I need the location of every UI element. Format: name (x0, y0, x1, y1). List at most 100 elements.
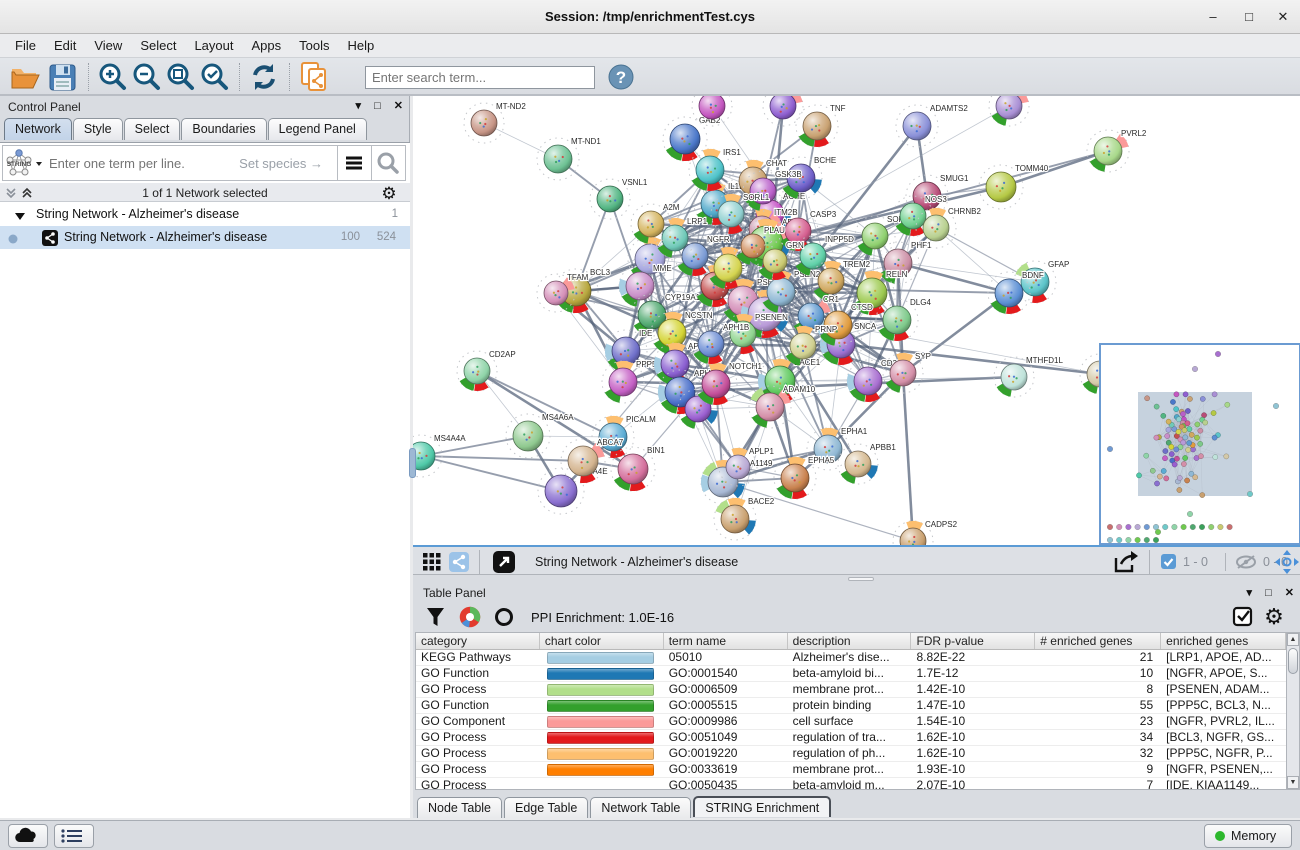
scrollbar-thumb[interactable] (1288, 648, 1298, 674)
tab-network-table[interactable]: Network Table (590, 797, 691, 818)
donut-chart-icon[interactable] (459, 606, 481, 628)
set-species-label[interactable]: Set species → (239, 156, 337, 171)
menu-apps[interactable]: Apps (243, 34, 291, 58)
tab-style[interactable]: Style (73, 118, 123, 140)
table-row[interactable]: GO FunctionGO:0005515protein binding1.47… (416, 698, 1286, 714)
node-TNF[interactable]: TNF (796, 104, 846, 147)
minimize-button[interactable]: – (1200, 7, 1226, 27)
tab-network[interactable]: Network (4, 118, 72, 140)
close-panel-icon[interactable]: ✕ (394, 100, 403, 112)
float-panel-icon[interactable]: ▾ (1246, 587, 1252, 599)
refresh-network-button[interactable] (248, 61, 280, 93)
close-button[interactable]: ✕ (1270, 7, 1296, 27)
network-canvas[interactable]: MT-ND2MT-ND1VSNL1GAB2PRKCACASP9TNFADAMTS… (413, 96, 1300, 545)
navigate-crosshair-icon[interactable] (1275, 550, 1299, 574)
column-header[interactable]: chart color (540, 633, 664, 649)
close-panel-icon[interactable]: ✕ (1285, 587, 1294, 599)
open-session-button[interactable] (8, 61, 40, 93)
column-header[interactable]: category (416, 633, 540, 649)
save-session-button[interactable] (46, 61, 78, 93)
table-row[interactable]: GO FunctionGO:0001540beta-amyloid bi...1… (416, 666, 1286, 682)
menu-tools[interactable]: Tools (290, 34, 338, 58)
menu-help[interactable]: Help (339, 34, 384, 58)
node-TOMM40[interactable]: TOMM40 (979, 164, 1049, 209)
table-row[interactable]: KEGG Pathways05010Alzheimer's dise...8.8… (416, 650, 1286, 666)
table-row[interactable]: GO ProcessGO:0033619membrane prot...1.93… (416, 762, 1286, 778)
node-MT-ND2[interactable]: MT-ND2 (464, 102, 526, 143)
menu-view[interactable]: View (85, 34, 131, 58)
tab-edge-table[interactable]: Edge Table (504, 797, 588, 818)
pie-ring-icon[interactable] (493, 606, 515, 628)
table-row[interactable]: GO ProcessGO:0051049regulation of tra...… (416, 730, 1286, 746)
grid-view-icon[interactable] (423, 553, 441, 571)
search-input[interactable] (365, 66, 595, 89)
birdseye-overview[interactable] (1100, 344, 1300, 544)
tab-string-enrichment[interactable]: STRING Enrichment (693, 796, 831, 817)
tab-select[interactable]: Select (124, 118, 181, 140)
menu-edit[interactable]: Edit (45, 34, 85, 58)
table-row[interactable]: GO ProcessGO:0050435beta-amyloid m...2.0… (416, 778, 1286, 790)
zoom-in-button[interactable] (97, 61, 129, 93)
menu-select[interactable]: Select (131, 34, 185, 58)
network-from-clipboard-button[interactable] (297, 61, 329, 93)
table-row[interactable]: GO ComponentGO:0009986cell surface1.54E-… (416, 714, 1286, 730)
string-term-input[interactable] (43, 156, 239, 171)
node-CADPS2[interactable]: CADPS2 (893, 520, 958, 545)
share-network-icon[interactable] (449, 552, 469, 572)
column-header[interactable]: FDR p-value (911, 633, 1035, 649)
hidden-nodes-eye-icon[interactable] (1235, 553, 1257, 571)
node-MS4A4A[interactable]: MS4A4A (413, 434, 466, 477)
table-row[interactable]: GO ProcessGO:0019220regulation of ph...1… (416, 746, 1286, 762)
node-SYP[interactable]: SYP (883, 352, 931, 393)
tab-boundaries[interactable]: Boundaries (181, 118, 266, 140)
zoom-selected-button[interactable] (199, 61, 231, 93)
node-APBB1[interactable]: APBB1 (838, 443, 896, 484)
tab-node-table[interactable]: Node Table (417, 797, 502, 818)
node-PVRL2[interactable]: PVRL2 (1087, 129, 1147, 172)
open-in-window-icon[interactable] (493, 551, 515, 573)
undock-panel-icon[interactable]: □ (1265, 587, 1272, 599)
node-MS4A6A[interactable]: MS4A6A (506, 413, 574, 458)
table-vertical-scrollbar[interactable]: ▲ ▼ (1286, 632, 1300, 790)
node-BACE2[interactable]: BACE2 (714, 497, 775, 540)
collapse-triangle-icon[interactable] (14, 211, 26, 221)
network-collection-row[interactable]: String Network - Alzheimer's disease 1 (0, 203, 410, 226)
column-header[interactable]: enriched genes (1161, 633, 1286, 649)
horizontal-splitter[interactable] (413, 575, 1300, 583)
network-row-selected[interactable]: String Network - Alzheimer's disease 100… (0, 226, 410, 249)
zoom-fit-button[interactable] (165, 61, 197, 93)
memory-button[interactable]: Memory (1204, 824, 1292, 848)
column-header[interactable]: # enriched genes (1035, 633, 1161, 649)
filter-funnel-icon[interactable] (425, 606, 447, 628)
node-ADAM10[interactable]: ADAM10 (749, 385, 816, 428)
selected-nodes-checkbox-icon[interactable] (1161, 554, 1176, 569)
enrichment-table[interactable]: categorychart colorterm namedescriptionF… (415, 632, 1286, 790)
column-header[interactable]: term name (664, 633, 788, 649)
panel-splitter-grip[interactable] (409, 448, 416, 478)
node-MS4A4E[interactable]: MS4A4E (538, 467, 608, 514)
scroll-up-button[interactable]: ▲ (1287, 633, 1299, 646)
undock-panel-icon[interactable]: □ (374, 100, 381, 112)
maximize-button[interactable]: □ (1236, 7, 1262, 27)
gear-icon[interactable]: ⚙ (1262, 604, 1286, 630)
node-VSNL1[interactable]: VSNL1 (590, 178, 648, 219)
network-graph[interactable]: MT-ND2MT-ND1VSNL1GAB2PRKCACASP9TNFADAMTS… (413, 96, 1300, 545)
node-ABCA2[interactable]: ABCA2 (989, 96, 1048, 126)
splitter-grip[interactable] (848, 577, 874, 581)
table-row[interactable]: GO ProcessGO:0006509membrane prot...1.42… (416, 682, 1286, 698)
column-header[interactable]: description (788, 633, 912, 649)
tab-legend-panel[interactable]: Legend Panel (268, 118, 367, 140)
menu-file[interactable]: File (6, 34, 45, 58)
zoom-out-button[interactable] (131, 61, 163, 93)
string-search-button[interactable] (371, 146, 405, 180)
string-logo-button[interactable]: STRING (3, 147, 43, 179)
gear-icon[interactable]: ⚙ (380, 184, 398, 202)
export-network-icon[interactable] (1113, 550, 1139, 574)
scroll-down-button[interactable]: ▼ (1287, 776, 1299, 789)
string-options-button[interactable] (337, 146, 371, 180)
node-MT-ND1[interactable]: MT-ND1 (537, 137, 601, 180)
float-panel-icon[interactable]: ▾ (355, 100, 361, 112)
network-nodes[interactable]: MT-ND2MT-ND1VSNL1GAB2PRKCACASP9TNFADAMTS… (413, 96, 1147, 545)
cloud-button[interactable] (8, 824, 48, 848)
menu-layout[interactable]: Layout (185, 34, 242, 58)
